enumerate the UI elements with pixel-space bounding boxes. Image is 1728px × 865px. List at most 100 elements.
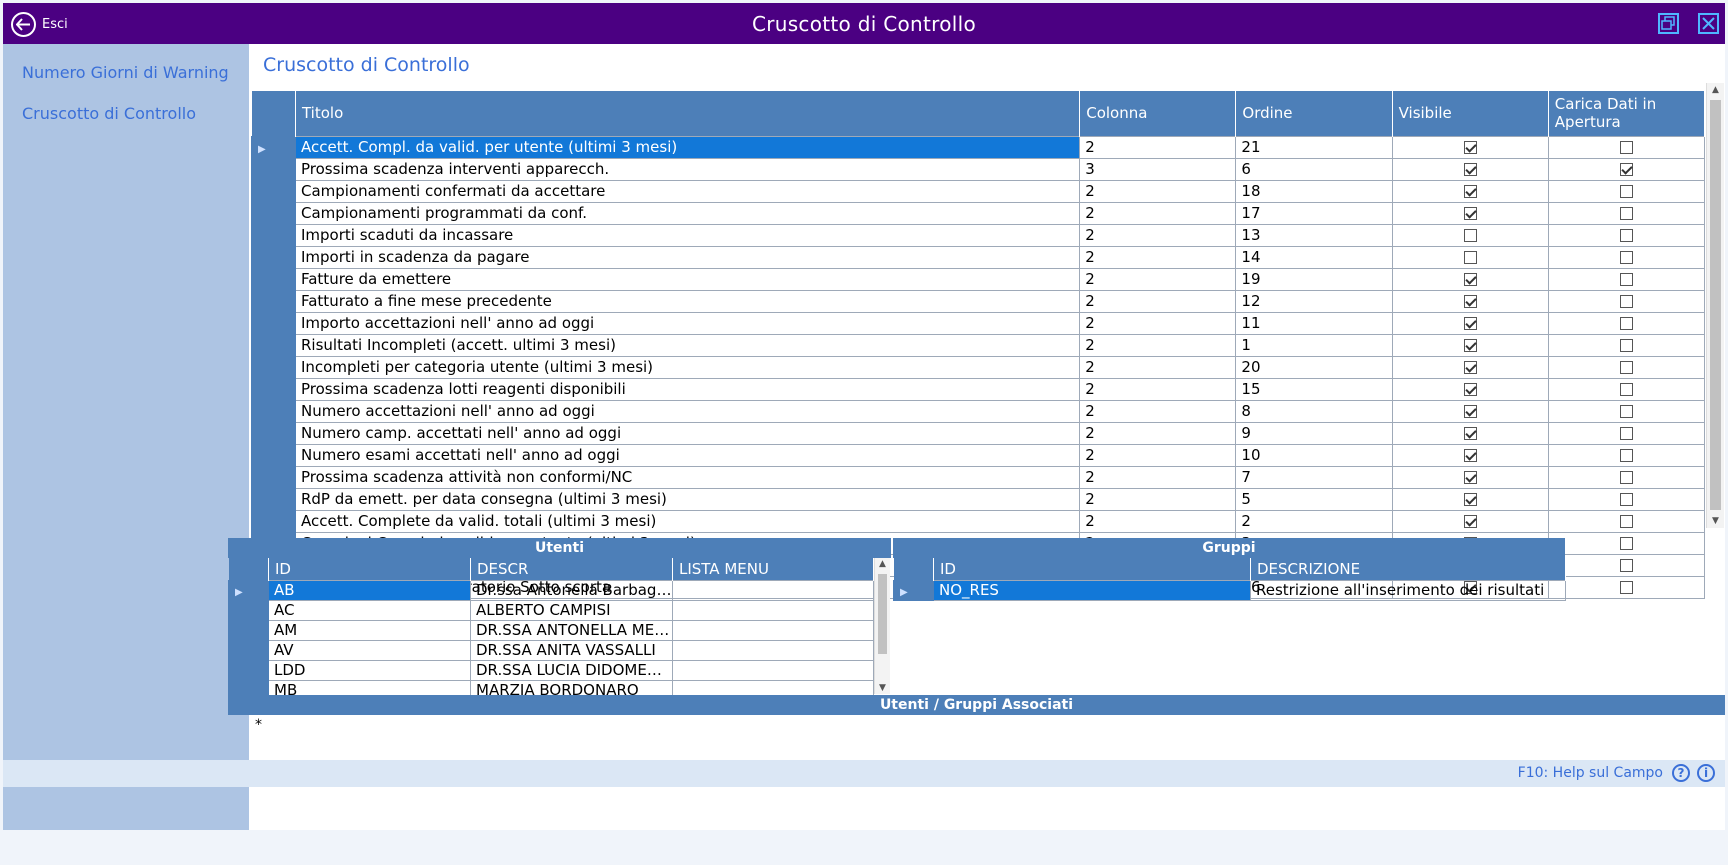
cell-titolo[interactable]: Risultati Incompleti (accett. ultimi 3 m…: [294, 333, 1081, 357]
cell-ordine[interactable]: 15: [1235, 377, 1393, 401]
column-header-titolo[interactable]: Titolo: [295, 91, 1081, 136]
carica-dati-checkbox[interactable]: [1619, 339, 1633, 352]
carica-dati-checkbox[interactable]: [1619, 229, 1633, 242]
cell-titolo[interactable]: Campionamenti confermati da accettare: [294, 179, 1081, 203]
visibile-checkbox[interactable]: [1463, 317, 1477, 330]
column-header-colonna[interactable]: Colonna: [1079, 91, 1237, 136]
utenti-scroll-up-icon[interactable]: ▲: [875, 559, 890, 569]
carica-dati-checkbox[interactable]: [1619, 383, 1633, 396]
cell-titolo[interactable]: Numero camp. accettati nell' anno ad ogg…: [294, 421, 1081, 445]
carica-dati-checkbox[interactable]: [1619, 427, 1633, 440]
cell-colonna[interactable]: 2: [1079, 487, 1237, 511]
table-row[interactable]: Importi scaduti da incassare 2 13: [251, 223, 1706, 247]
cell-ordine[interactable]: 9: [1235, 421, 1393, 445]
table-row[interactable]: Numero camp. accettati nell' anno ad ogg…: [251, 421, 1706, 445]
cell-titolo[interactable]: Fatture da emettere: [294, 267, 1081, 291]
row-selector[interactable]: [251, 487, 296, 511]
carica-dati-checkbox[interactable]: [1619, 471, 1633, 484]
table-row[interactable]: Accett. Complete da valid. totali (ultim…: [251, 509, 1706, 533]
carica-dati-checkbox[interactable]: [1619, 295, 1633, 308]
cell-colonna[interactable]: 2: [1079, 421, 1237, 445]
visibile-checkbox[interactable]: [1463, 493, 1477, 506]
table-row[interactable]: Prossima scadenza attività non conformi/…: [251, 465, 1706, 489]
carica-dati-checkbox[interactable]: [1619, 317, 1633, 330]
visibile-checkbox[interactable]: [1463, 207, 1477, 220]
carica-dati-checkbox[interactable]: [1619, 163, 1633, 176]
table-row[interactable]: ▶ NO_RES Restrizione all'inserimento dei r…: [893, 579, 1566, 601]
row-selector[interactable]: [228, 599, 269, 621]
row-selector[interactable]: [251, 179, 296, 203]
cell-titolo[interactable]: Prossima scadenza attività non conformi/…: [294, 465, 1081, 489]
carica-dati-checkbox[interactable]: [1619, 185, 1633, 198]
cell-lista-menu[interactable]: [672, 659, 874, 681]
visibile-checkbox[interactable]: [1463, 185, 1477, 198]
table-row[interactable]: Fatturato a fine mese precedente 2 12: [251, 289, 1706, 313]
visibile-checkbox[interactable]: [1463, 427, 1477, 440]
cell-ordine[interactable]: 14: [1235, 245, 1393, 269]
row-selector[interactable]: [251, 289, 296, 313]
cell-descr[interactable]: Dr.ssa Antonella Barbaga...: [470, 579, 673, 601]
visibile-checkbox[interactable]: [1463, 361, 1477, 374]
visibile-checkbox[interactable]: [1463, 229, 1477, 242]
cell-titolo[interactable]: Accett. Complete da valid. totali (ultim…: [294, 509, 1081, 533]
visibile-checkbox[interactable]: [1463, 295, 1477, 308]
cell-titolo[interactable]: Incompleti per categoria utente (ultimi …: [294, 355, 1081, 379]
carica-dati-checkbox[interactable]: [1619, 251, 1633, 264]
cell-colonna[interactable]: 2: [1079, 509, 1237, 533]
cell-colonna[interactable]: 2: [1079, 443, 1237, 467]
scroll-down-icon[interactable]: ▼: [1707, 516, 1724, 526]
cell-ordine[interactable]: 11: [1235, 311, 1393, 335]
utenti-column-descr[interactable]: DESCR: [470, 558, 673, 580]
cell-titolo[interactable]: RdP da emett. per data consegna (ultimi …: [294, 487, 1081, 511]
cell-titolo[interactable]: Prossima scadenza lotti reagenti disponi…: [294, 377, 1081, 401]
help-icon[interactable]: ?: [1672, 764, 1690, 782]
cell-colonna[interactable]: 2: [1079, 289, 1237, 313]
utenti-column-lista-menu[interactable]: LISTA MENU: [672, 558, 874, 580]
cell-ordine[interactable]: 2: [1235, 509, 1393, 533]
table-row[interactable]: Incompleti per categoria utente (ultimi …: [251, 355, 1706, 379]
table-row[interactable]: Importo accettazioni nell' anno ad oggi 2…: [251, 311, 1706, 335]
cell-colonna[interactable]: 2: [1079, 333, 1237, 357]
row-selector[interactable]: [251, 333, 296, 357]
utenti-column-id[interactable]: ID: [268, 558, 471, 580]
utenti-vertical-scrollbar[interactable]: ▲ ▼: [874, 558, 890, 694]
visibile-checkbox[interactable]: [1463, 339, 1477, 352]
carica-dati-checkbox[interactable]: [1619, 273, 1633, 286]
sidebar-item-numero-giorni-warning[interactable]: Numero Giorni di Warning: [22, 63, 229, 82]
table-row[interactable]: ▶ AB Dr.ssa Antonella Barbaga...: [228, 579, 874, 601]
cell-ordine[interactable]: 8: [1235, 399, 1393, 423]
row-selector[interactable]: [251, 157, 296, 181]
column-header-carica-dati[interactable]: Carica Dati in Apertura: [1548, 91, 1706, 136]
cell-descr[interactable]: DR.SSA ANITA VASSALLI: [470, 639, 673, 661]
column-header-visibile[interactable]: Visibile: [1392, 91, 1549, 136]
cell-id[interactable]: LDD: [268, 659, 471, 681]
row-selector[interactable]: [251, 443, 296, 467]
carica-dati-checkbox[interactable]: [1619, 207, 1633, 220]
cell-ordine[interactable]: 21: [1235, 135, 1393, 159]
carica-dati-checkbox[interactable]: [1619, 559, 1633, 572]
visibile-checkbox[interactable]: [1463, 515, 1477, 528]
cell-ordine[interactable]: 6: [1235, 157, 1393, 181]
cell-lista-menu[interactable]: [672, 579, 874, 601]
cell-titolo[interactable]: Accett. Compl. da valid. per utente (ult…: [294, 135, 1081, 159]
cell-titolo[interactable]: Fatturato a fine mese precedente: [294, 289, 1081, 313]
carica-dati-checkbox[interactable]: [1619, 361, 1633, 374]
carica-dati-checkbox[interactable]: [1619, 537, 1633, 550]
table-row[interactable]: AM DR.SSA ANTONELLA MESS...: [228, 619, 874, 641]
gruppi-column-descrizione[interactable]: DESCRIZIONE: [1250, 558, 1566, 580]
cell-ordine[interactable]: 12: [1235, 289, 1393, 313]
utenti-scroll-down-icon[interactable]: ▼: [875, 683, 890, 693]
cell-descr[interactable]: DR.SSA LUCIA DIDOMENI...: [470, 659, 673, 681]
associati-field[interactable]: *: [251, 715, 1725, 759]
table-row[interactable]: LDD DR.SSA LUCIA DIDOMENI...: [228, 659, 874, 681]
visibile-checkbox[interactable]: [1463, 163, 1477, 176]
cell-titolo[interactable]: Importi scaduti da incassare: [294, 223, 1081, 247]
carica-dati-checkbox[interactable]: [1619, 141, 1633, 154]
cell-colonna[interactable]: 2: [1079, 267, 1237, 291]
row-selector[interactable]: ▶: [251, 135, 296, 159]
cell-colonna[interactable]: 2: [1079, 399, 1237, 423]
visibile-checkbox[interactable]: [1463, 251, 1477, 264]
row-selector[interactable]: ▶: [228, 579, 269, 601]
cell-titolo[interactable]: Importi in scadenza da pagare: [294, 245, 1081, 269]
cell-colonna[interactable]: 2: [1079, 179, 1237, 203]
